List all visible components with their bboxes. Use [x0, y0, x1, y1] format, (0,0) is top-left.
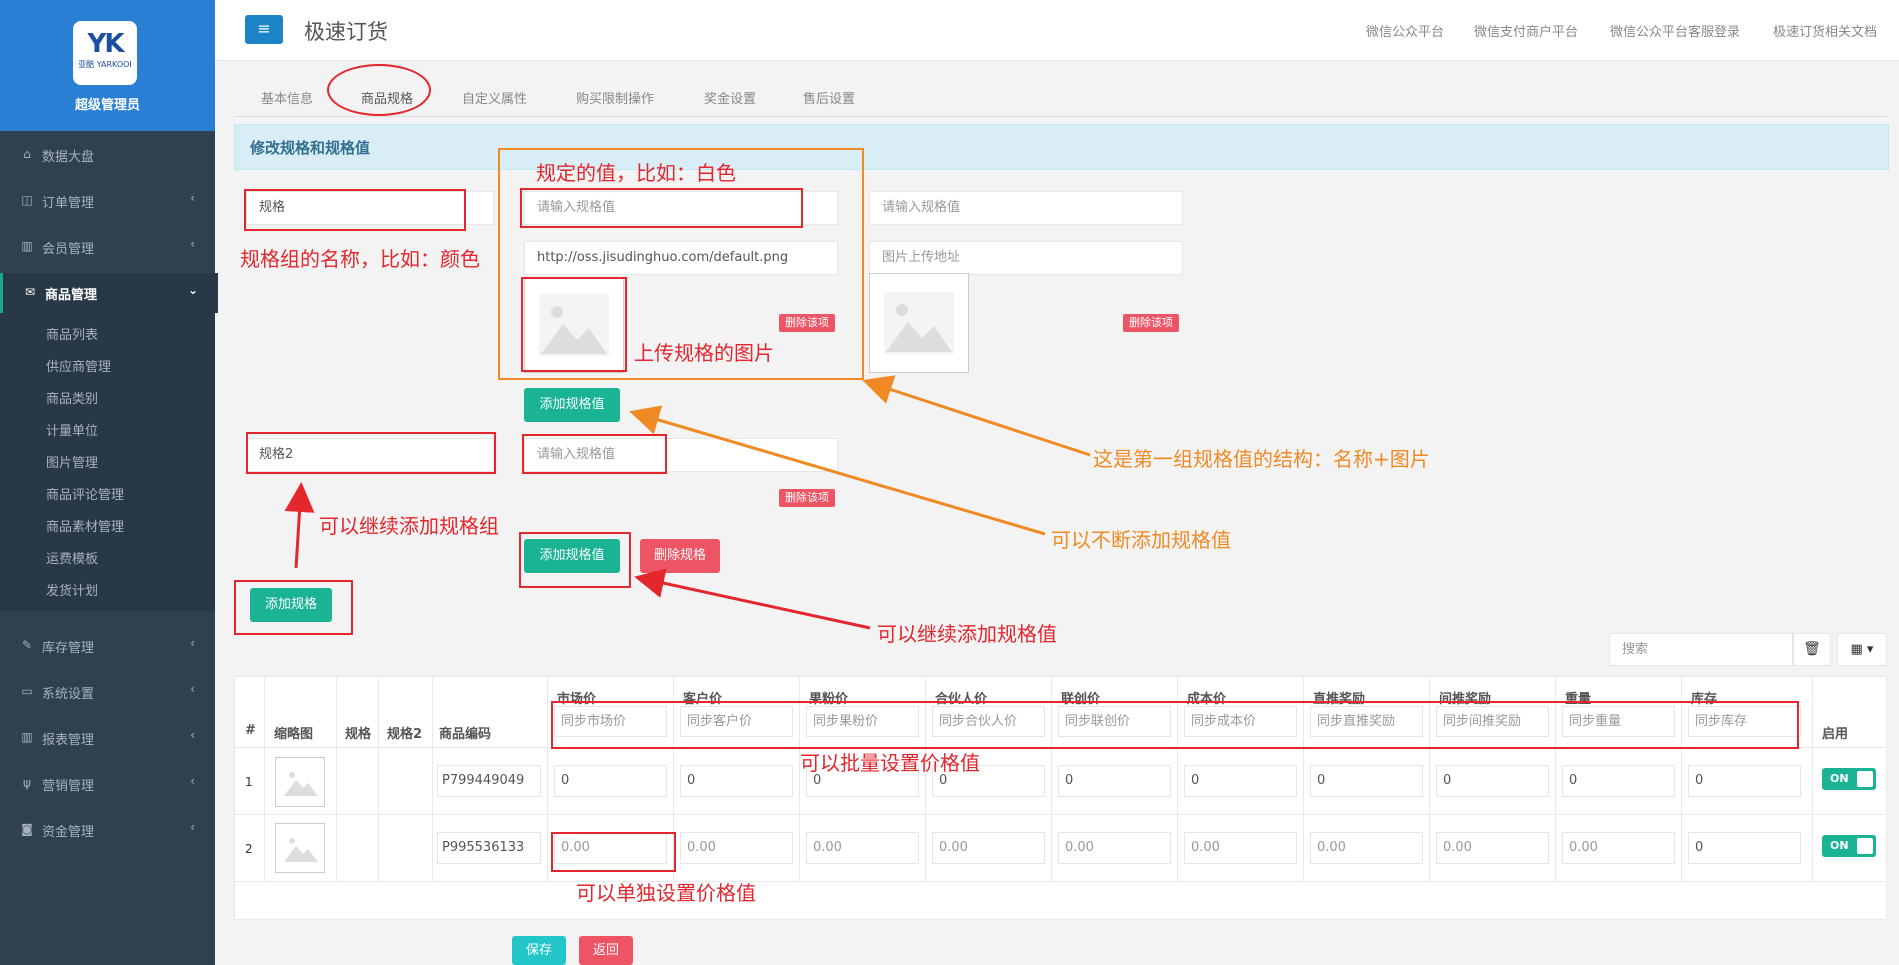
arrow-structure — [862, 375, 1091, 457]
arrow-add-group — [284, 482, 315, 569]
annotation-arrows — [284, 375, 1091, 630]
arrow-continue-adding — [634, 568, 871, 630]
arrow-keep-adding-values — [629, 405, 1046, 536]
